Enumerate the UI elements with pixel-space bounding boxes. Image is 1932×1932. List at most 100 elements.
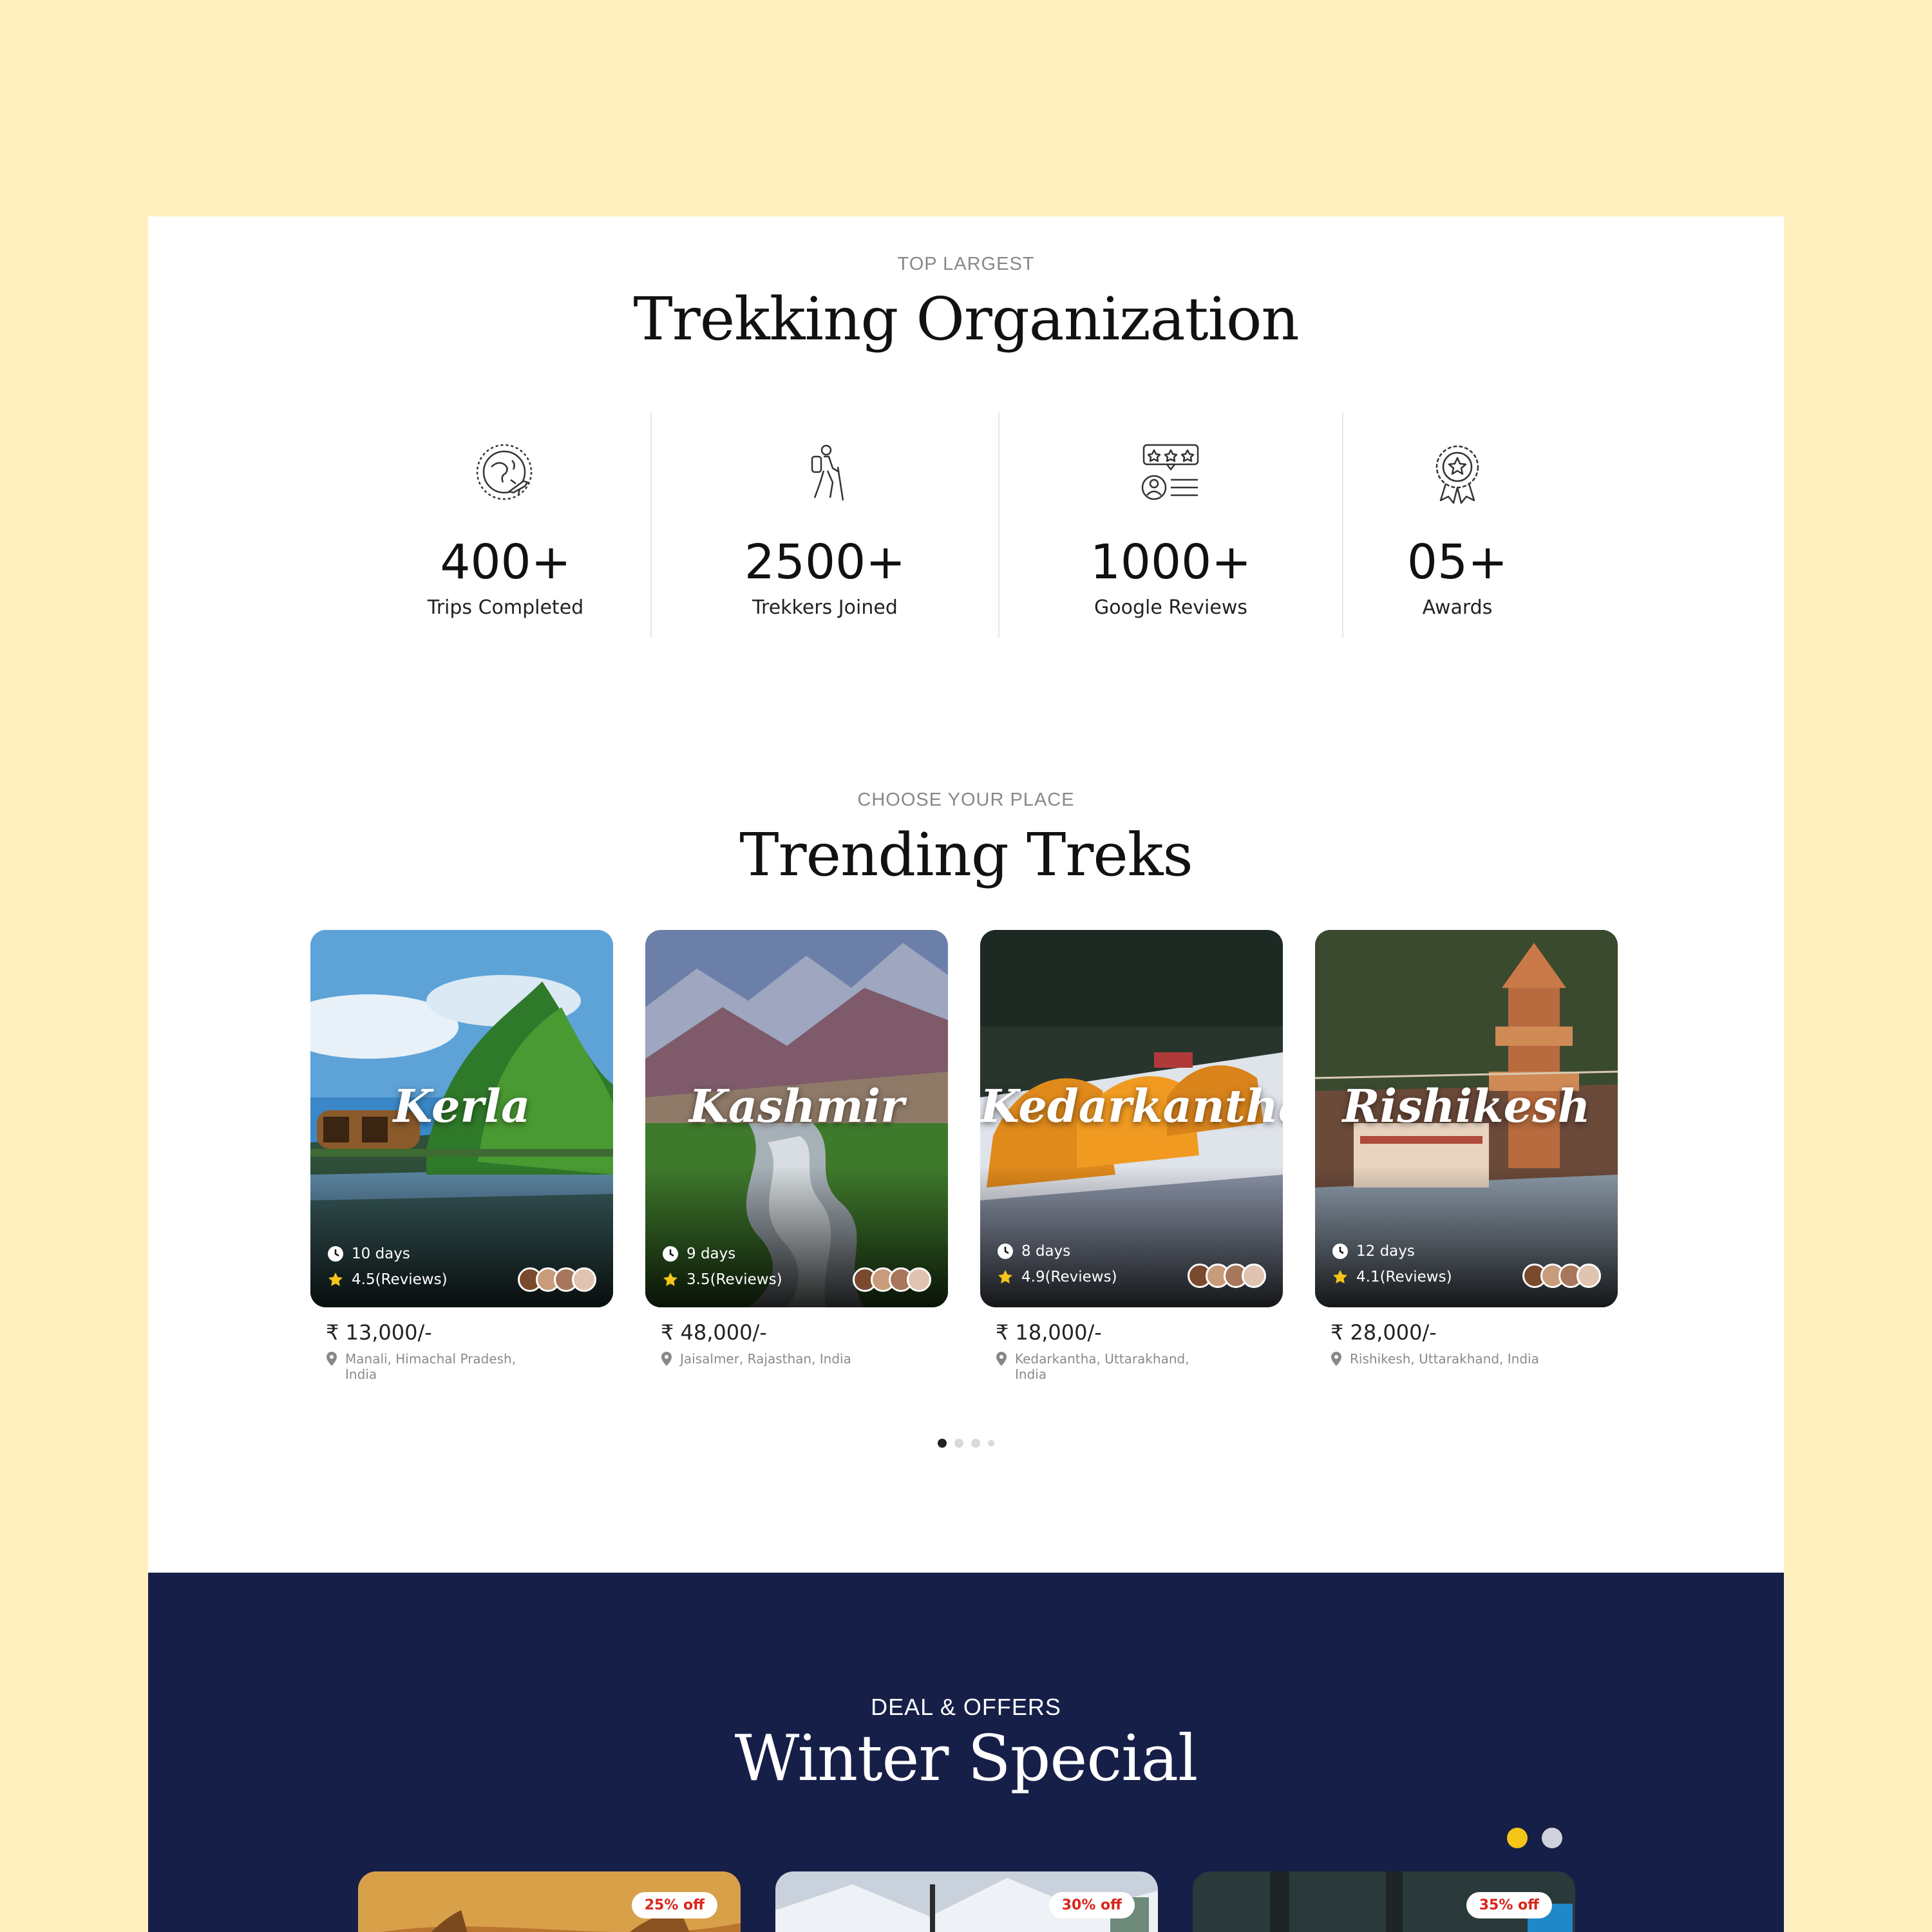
pagination-dot-2[interactable] [954, 1439, 963, 1448]
trek-card-image[interactable]: Kedarkantha 8 days 4.9(Reviews) [980, 930, 1283, 1307]
trek-card-rating: 4.5(Reviews) [327, 1271, 448, 1288]
trek-location-text: Jaisalmer, Rajasthan, India [680, 1351, 851, 1367]
star-icon [662, 1271, 679, 1288]
star-icon [1332, 1269, 1349, 1285]
trek-location: Rishikesh, Uttarakhand, India [1331, 1351, 1618, 1367]
trekker-avatars [1522, 1264, 1601, 1288]
stats-eyebrow: TOP LARGEST [897, 254, 1035, 274]
globe-plane-icon [470, 438, 541, 509]
location-pin-icon [327, 1352, 337, 1366]
trek-days: 8 days [1021, 1243, 1071, 1260]
trek-carousel: Kerla 10 days 4.5(Reviews) ₹ 13,000/- Ma… [310, 930, 1624, 1394]
trek-card-kashmir[interactable]: Kashmir 9 days 3.5(Reviews) ₹ 48,000/- J… [645, 930, 948, 1367]
trekker-avatars [853, 1267, 931, 1292]
stat-label: Trekkers Joined [752, 596, 898, 619]
trek-location: Manali, Himachal Pradesh, India [326, 1351, 613, 1382]
trek-card-kerla[interactable]: Kerla 10 days 4.5(Reviews) ₹ 13,000/- Ma… [310, 930, 613, 1382]
winter-dot-1[interactable] [1507, 1828, 1528, 1848]
stat-label: Awards [1422, 596, 1493, 619]
trek-location-text: Kedarkantha, Uttarakhand, India [1015, 1351, 1189, 1382]
winter-carousel-pagination [1507, 1828, 1562, 1848]
hiker-icon [790, 438, 860, 509]
deal-card-1[interactable]: 25% off [358, 1871, 741, 1932]
trek-days: 12 days [1356, 1243, 1415, 1260]
clock-icon [997, 1243, 1014, 1260]
trek-card-image[interactable]: Kerla 10 days 4.5(Reviews) [310, 930, 613, 1307]
trek-card-title: Kedarkantha [980, 1079, 1283, 1133]
stats-row: 400+ Trips Completed 2500+ Trekkers Join… [361, 412, 1571, 638]
trek-card-duration: 12 days [1332, 1243, 1415, 1260]
winter-title: Winter Special [734, 1722, 1198, 1795]
pagination-dot-4[interactable] [988, 1440, 994, 1446]
trek-rating: 4.5(Reviews) [352, 1271, 448, 1288]
avatar [907, 1267, 931, 1292]
trek-location-text: Rishikesh, Uttarakhand, India [1350, 1351, 1539, 1367]
trek-card-image[interactable]: Kashmir 9 days 3.5(Reviews) [645, 930, 948, 1307]
pagination-dot-1[interactable] [938, 1439, 947, 1448]
deal-card-2[interactable]: 30% off [775, 1871, 1158, 1932]
trek-price: ₹ 28,000/- [1331, 1320, 1437, 1345]
winter-eyebrow: DEAL & OFFERS [871, 1694, 1061, 1720]
trekker-avatars [1188, 1264, 1266, 1288]
award-badge-icon [1422, 438, 1493, 509]
winter-dot-2[interactable] [1542, 1828, 1562, 1848]
trek-card-rating: 4.1(Reviews) [1332, 1269, 1452, 1285]
clock-icon [327, 1245, 344, 1262]
clock-icon [1332, 1243, 1349, 1260]
trek-card-kedarkantha[interactable]: Kedarkantha 8 days 4.9(Reviews) ₹ 18,000… [980, 930, 1283, 1382]
trek-card-title: Rishikesh [1342, 1079, 1591, 1133]
trek-card-duration: 10 days [327, 1245, 410, 1262]
trek-location-text: Manali, Himachal Pradesh, India [345, 1351, 516, 1382]
treks-title: Trending Treks [739, 820, 1193, 889]
discount-badge: 30% off [1048, 1892, 1135, 1918]
trek-rating: 4.9(Reviews) [1021, 1269, 1117, 1285]
trek-card-rating: 3.5(Reviews) [662, 1271, 782, 1288]
trek-days: 9 days [687, 1245, 736, 1262]
stat-trips: 400+ Trips Completed [361, 412, 650, 638]
stat-label: Trips Completed [427, 596, 584, 619]
stat-awards: 05+ Awards [1342, 412, 1571, 638]
discount-badge: 25% off [631, 1892, 717, 1918]
location-pin-icon [996, 1352, 1007, 1366]
stat-trekkers: 2500+ Trekkers Joined [650, 412, 998, 638]
trek-carousel-pagination [148, 1439, 1784, 1448]
pagination-dot-3[interactable] [971, 1439, 980, 1448]
stat-value: 1000+ [1090, 535, 1252, 590]
star-icon [327, 1271, 344, 1288]
stat-reviews: 1000+ Google Reviews [998, 412, 1342, 638]
trek-card-rating: 4.9(Reviews) [997, 1269, 1117, 1285]
trek-rating: 3.5(Reviews) [687, 1271, 782, 1288]
trek-card-duration: 8 days [997, 1243, 1070, 1260]
trek-location: Kedarkantha, Uttarakhand, India [996, 1351, 1283, 1382]
trek-card-title: Kashmir [688, 1079, 905, 1133]
trek-rating: 4.1(Reviews) [1356, 1269, 1452, 1285]
stats-title: Trekking Organization [633, 285, 1299, 354]
trek-card-image[interactable]: Rishikesh 12 days 4.1(Reviews) [1315, 930, 1618, 1307]
trek-days: 10 days [352, 1245, 410, 1262]
discount-badge: 35% off [1466, 1892, 1552, 1918]
content-frame: TOP LARGEST Trekking Organization 400+ T… [148, 216, 1784, 1932]
treks-eyebrow: CHOOSE YOUR PLACE [857, 790, 1075, 810]
stat-value: 05+ [1406, 535, 1508, 590]
trek-price: ₹ 48,000/- [661, 1320, 767, 1345]
trek-price: ₹ 18,000/- [996, 1320, 1102, 1345]
trek-card-duration: 9 days [662, 1245, 735, 1262]
stat-label: Google Reviews [1094, 596, 1247, 619]
trekker-avatars [518, 1267, 596, 1292]
avatar [1242, 1264, 1266, 1288]
trek-card-title: Kerla [393, 1079, 531, 1133]
reviews-icon [1135, 438, 1206, 509]
avatar [572, 1267, 596, 1292]
avatar [1577, 1264, 1601, 1288]
location-pin-icon [661, 1352, 672, 1366]
clock-icon [662, 1245, 679, 1262]
stat-value: 2500+ [744, 535, 906, 590]
trek-card-rishikesh[interactable]: Rishikesh 12 days 4.1(Reviews) ₹ 28,000/… [1315, 930, 1618, 1367]
deal-card-3[interactable]: 35% off [1193, 1871, 1575, 1932]
stat-value: 400+ [440, 535, 571, 590]
star-icon [997, 1269, 1014, 1285]
location-pin-icon [1331, 1352, 1341, 1366]
trek-location: Jaisalmer, Rajasthan, India [661, 1351, 948, 1367]
trek-price: ₹ 13,000/- [326, 1320, 432, 1345]
winter-special-section: DEAL & OFFERS Winter Special 25% off 30%… [148, 1573, 1784, 1932]
